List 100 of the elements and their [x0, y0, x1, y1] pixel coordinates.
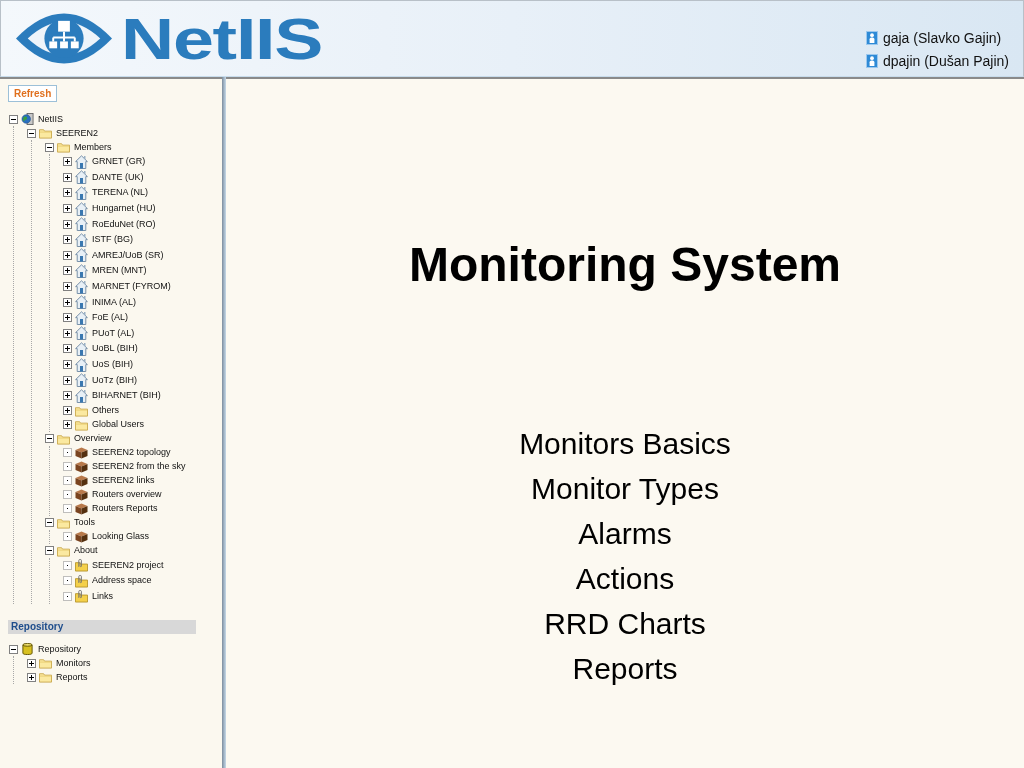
- expand-icon[interactable]: [63, 188, 72, 198]
- tree-item[interactable]: DANTE (UK): [92, 172, 144, 182]
- database-icon: [21, 643, 34, 656]
- expand-icon[interactable]: [63, 360, 72, 369]
- section-header: Repository: [8, 620, 196, 635]
- tree-item[interactable]: BIHARNET (BIH): [92, 391, 161, 401]
- expand-icon[interactable]: [27, 658, 36, 668]
- tree-item[interactable]: SEEREN2 links: [92, 476, 155, 485]
- collapse-icon[interactable]: [45, 142, 54, 152]
- expand-icon[interactable]: [63, 313, 72, 323]
- collapse-icon[interactable]: [45, 546, 54, 555]
- folder-icon: [75, 418, 88, 431]
- house-icon: [75, 232, 88, 247]
- page-title: Monitoring System: [409, 237, 841, 293]
- user-link[interactable]: gaja (Slavko Gajin): [882, 30, 1002, 46]
- topic-text: Actions: [575, 561, 675, 597]
- logo-text: NetIIS: [121, 9, 323, 68]
- tree-item[interactable]: Global Users: [92, 420, 145, 429]
- expand-icon[interactable]: [63, 420, 72, 429]
- expand-icon[interactable]: [63, 172, 72, 182]
- collapse-icon[interactable]: [27, 128, 36, 138]
- house-icon: [75, 341, 88, 356]
- tree-item[interactable]: SEEREN2 topology: [92, 448, 171, 457]
- expand-icon[interactable]: [63, 344, 72, 354]
- tree-item[interactable]: UoS (BIH): [92, 360, 133, 369]
- expand-icon[interactable]: [63, 297, 72, 307]
- tree-item[interactable]: INIMA (AL): [92, 297, 136, 307]
- tree-item[interactable]: Routers overview: [92, 490, 162, 499]
- cube-icon: [75, 460, 88, 473]
- tree-item[interactable]: Looking Glass: [92, 532, 150, 541]
- expand-icon[interactable]: [63, 219, 72, 229]
- house-icon: [75, 263, 88, 278]
- house-icon: [75, 279, 88, 294]
- folder-icon: [57, 141, 70, 153]
- tree-item[interactable]: MREN (MNT): [92, 266, 147, 276]
- paperclip-folder-icon: [75, 589, 88, 604]
- expand-icon[interactable]: [63, 406, 72, 415]
- collapse-icon[interactable]: [45, 434, 54, 443]
- tree-item[interactable]: NetIIS: [38, 114, 63, 124]
- tree-item[interactable]: RoEduNet (RO): [92, 219, 156, 229]
- folder-icon: [39, 657, 52, 670]
- tree-item[interactable]: AMREJ/UoB (SR): [92, 250, 164, 260]
- user-link[interactable]: dpajin (Dušan Pajin): [882, 53, 1009, 69]
- tree-item[interactable]: Others: [92, 406, 119, 415]
- tree-item[interactable]: SEEREN2 from the sky: [92, 462, 186, 471]
- user-icon: [865, 31, 878, 45]
- tree-item[interactable]: GRNET (GR): [92, 157, 146, 167]
- tree-item[interactable]: MARNET (FYROM): [92, 282, 171, 292]
- folder-icon: [75, 404, 88, 417]
- house-icon: [75, 357, 88, 372]
- tree-item[interactable]: Routers Reports: [92, 504, 158, 513]
- expand-icon[interactable]: [63, 328, 72, 338]
- tree-item[interactable]: ISTF (BG): [92, 235, 133, 245]
- tree-item[interactable]: Members: [74, 142, 112, 152]
- folder-icon: [57, 432, 70, 445]
- expand-icon[interactable]: [63, 375, 72, 385]
- paperclip-folder-icon: [75, 558, 88, 573]
- cube-icon: [75, 488, 88, 501]
- tree-item[interactable]: Address space: [92, 576, 152, 586]
- tree-item[interactable]: PUoT (AL): [92, 328, 135, 338]
- house-icon: [75, 310, 88, 325]
- cube-icon: [75, 474, 88, 487]
- house-icon: [75, 217, 88, 232]
- expand-icon[interactable]: [63, 235, 72, 245]
- collapse-icon[interactable]: [45, 518, 54, 527]
- house-icon: [75, 295, 88, 310]
- expand-icon[interactable]: [63, 282, 72, 292]
- expand-icon[interactable]: [63, 157, 72, 167]
- topic-text: Reports: [572, 651, 678, 687]
- tree-item[interactable]: SEEREN2 project: [92, 560, 164, 570]
- tree-item[interactable]: Hungarnet (HU): [92, 204, 156, 214]
- folder-icon: [57, 544, 70, 557]
- tree-item[interactable]: SEEREN2: [56, 128, 99, 138]
- tree-item[interactable]: Links: [92, 592, 113, 601]
- tree-item[interactable]: Reports: [56, 672, 88, 682]
- paperclip-folder-icon: [75, 573, 88, 588]
- tree-item[interactable]: UoTz (BIH): [92, 375, 137, 385]
- collapse-icon[interactable]: [9, 644, 18, 654]
- cube-icon: [75, 502, 88, 515]
- expand-icon[interactable]: [63, 250, 72, 260]
- tree-item[interactable]: FoE (AL): [92, 313, 128, 323]
- house-icon: [75, 248, 88, 263]
- tree-item[interactable]: Overview: [74, 434, 112, 443]
- folder-icon: [39, 127, 52, 139]
- tree-item[interactable]: TERENA (NL): [92, 188, 148, 198]
- expand-icon[interactable]: [63, 204, 72, 214]
- house-icon: [75, 388, 88, 403]
- house-icon: [75, 186, 88, 200]
- cube-icon: [75, 446, 88, 459]
- tree-item[interactable]: About: [74, 546, 98, 555]
- tree-item[interactable]: Repository: [38, 644, 82, 654]
- collapse-icon[interactable]: [9, 114, 18, 124]
- expand-icon[interactable]: [63, 266, 72, 276]
- tree-item[interactable]: UoBL (BIH): [92, 344, 138, 354]
- topic-text: RRD Charts: [544, 606, 706, 642]
- expand-icon[interactable]: [27, 672, 36, 682]
- tree-item[interactable]: Tools: [74, 518, 95, 527]
- tree-item[interactable]: Monitors: [56, 658, 91, 668]
- house-icon: [75, 201, 88, 216]
- expand-icon[interactable]: [63, 391, 72, 401]
